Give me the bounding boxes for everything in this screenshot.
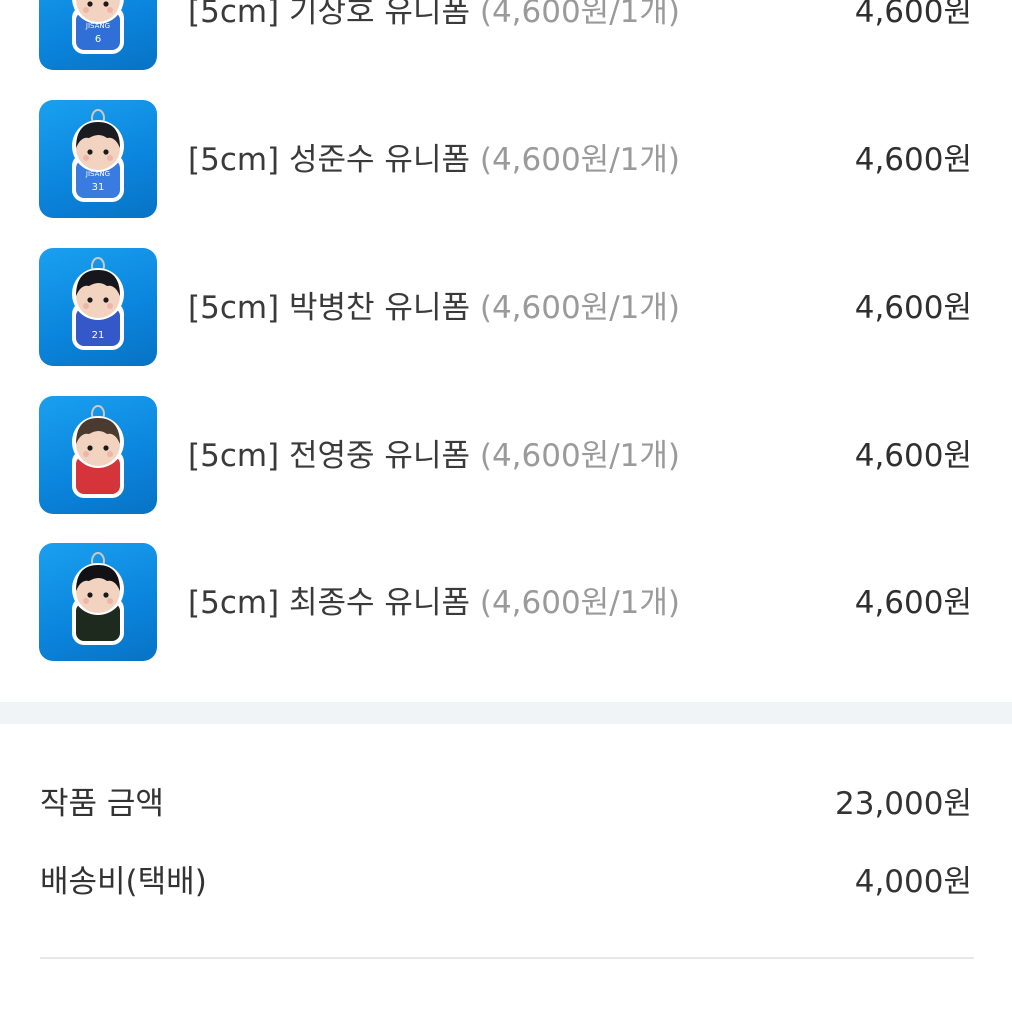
order-item[interactable]: JISANG 6 [5cm] 기상호 유니폼 (4,600원/1개) 4,600원 [0,0,1012,70]
keyring-doll-dark-jersey-icon [72,552,124,645]
keyring-doll-blue-jersey-6-icon: JISANG 6 [72,0,124,54]
order-item[interactable]: 21 [5cm] 박병찬 유니폼 (4,600원/1개) 4,600원 [0,248,1012,366]
item-name: [5cm] 박병찬 유니폼 [188,290,470,326]
order-item-list: JISANG 6 [5cm] 기상호 유니폼 (4,600원/1개) 4,600원… [0,0,1012,702]
keyring-doll-red-jersey-icon [72,405,124,498]
item-price: 4,600원 [854,142,972,178]
keyring-doll-blue-jersey-21-icon: 21 [72,257,124,350]
item-name: [5cm] 최종수 유니폼 [188,585,470,621]
shipping-fee-label: 배송비(택배) [40,864,207,900]
item-unit-price: (4,600원/1개) [479,438,680,474]
item-title: [5cm] 박병찬 유니폼 (4,600원/1개) [188,288,680,328]
order-item[interactable]: JISANG 31 [5cm] 성준수 유니폼 (4,600원/1개) 4,600… [0,100,1012,218]
product-thumbnail[interactable]: JISANG 31 [39,100,157,218]
item-name: [5cm] 전영중 유니폼 [188,438,470,474]
order-item[interactable]: [5cm] 최종수 유니폼 (4,600원/1개) 4,600원 [0,543,1012,661]
item-price: 4,600원 [854,290,972,326]
svg-text:21: 21 [92,330,105,341]
item-price: 4,600원 [854,585,972,621]
svg-text:JISANG: JISANG [85,22,110,30]
divider [40,957,974,959]
shipping-fee-value: 4,000원 [854,864,972,900]
item-name: [5cm] 기상호 유니폼 [188,0,470,30]
item-unit-price: (4,600원/1개) [479,290,680,326]
item-price: 4,600원 [854,0,972,30]
item-title: [5cm] 기상호 유니폼 (4,600원/1개) [188,0,680,32]
section-separator-band [0,702,1012,724]
item-title: [5cm] 최종수 유니폼 (4,600원/1개) [188,583,680,623]
item-price: 4,600원 [854,438,972,474]
item-unit-price: (4,600원/1개) [479,142,680,178]
item-unit-price: (4,600원/1개) [479,0,680,30]
item-title: [5cm] 전영중 유니폼 (4,600원/1개) [188,436,680,476]
svg-text:31: 31 [92,182,105,193]
keyring-doll-blue-jersey-31-icon: JISANG 31 [72,109,124,202]
product-thumbnail[interactable] [39,396,157,514]
svg-text:6: 6 [95,34,101,45]
subtotal-value: 23,000원 [835,786,972,822]
subtotal-label: 작품 금액 [40,786,164,822]
order-item[interactable]: [5cm] 전영중 유니폼 (4,600원/1개) 4,600원 [0,396,1012,514]
svg-text:JISANG: JISANG [85,170,110,178]
shipping-fee-row: 배송비(택배) 4,000원 [40,860,972,904]
order-summary-page: JISANG 6 [5cm] 기상호 유니폼 (4,600원/1개) 4,600원… [0,0,1012,1012]
item-title: [5cm] 성준수 유니폼 (4,600원/1개) [188,140,680,180]
subtotal-row: 작품 금액 23,000원 [40,782,972,826]
item-name: [5cm] 성준수 유니폼 [188,142,470,178]
product-thumbnail[interactable]: JISANG 6 [39,0,157,70]
product-thumbnail[interactable]: 21 [39,248,157,366]
item-unit-price: (4,600원/1개) [479,585,680,621]
product-thumbnail[interactable] [39,543,157,661]
